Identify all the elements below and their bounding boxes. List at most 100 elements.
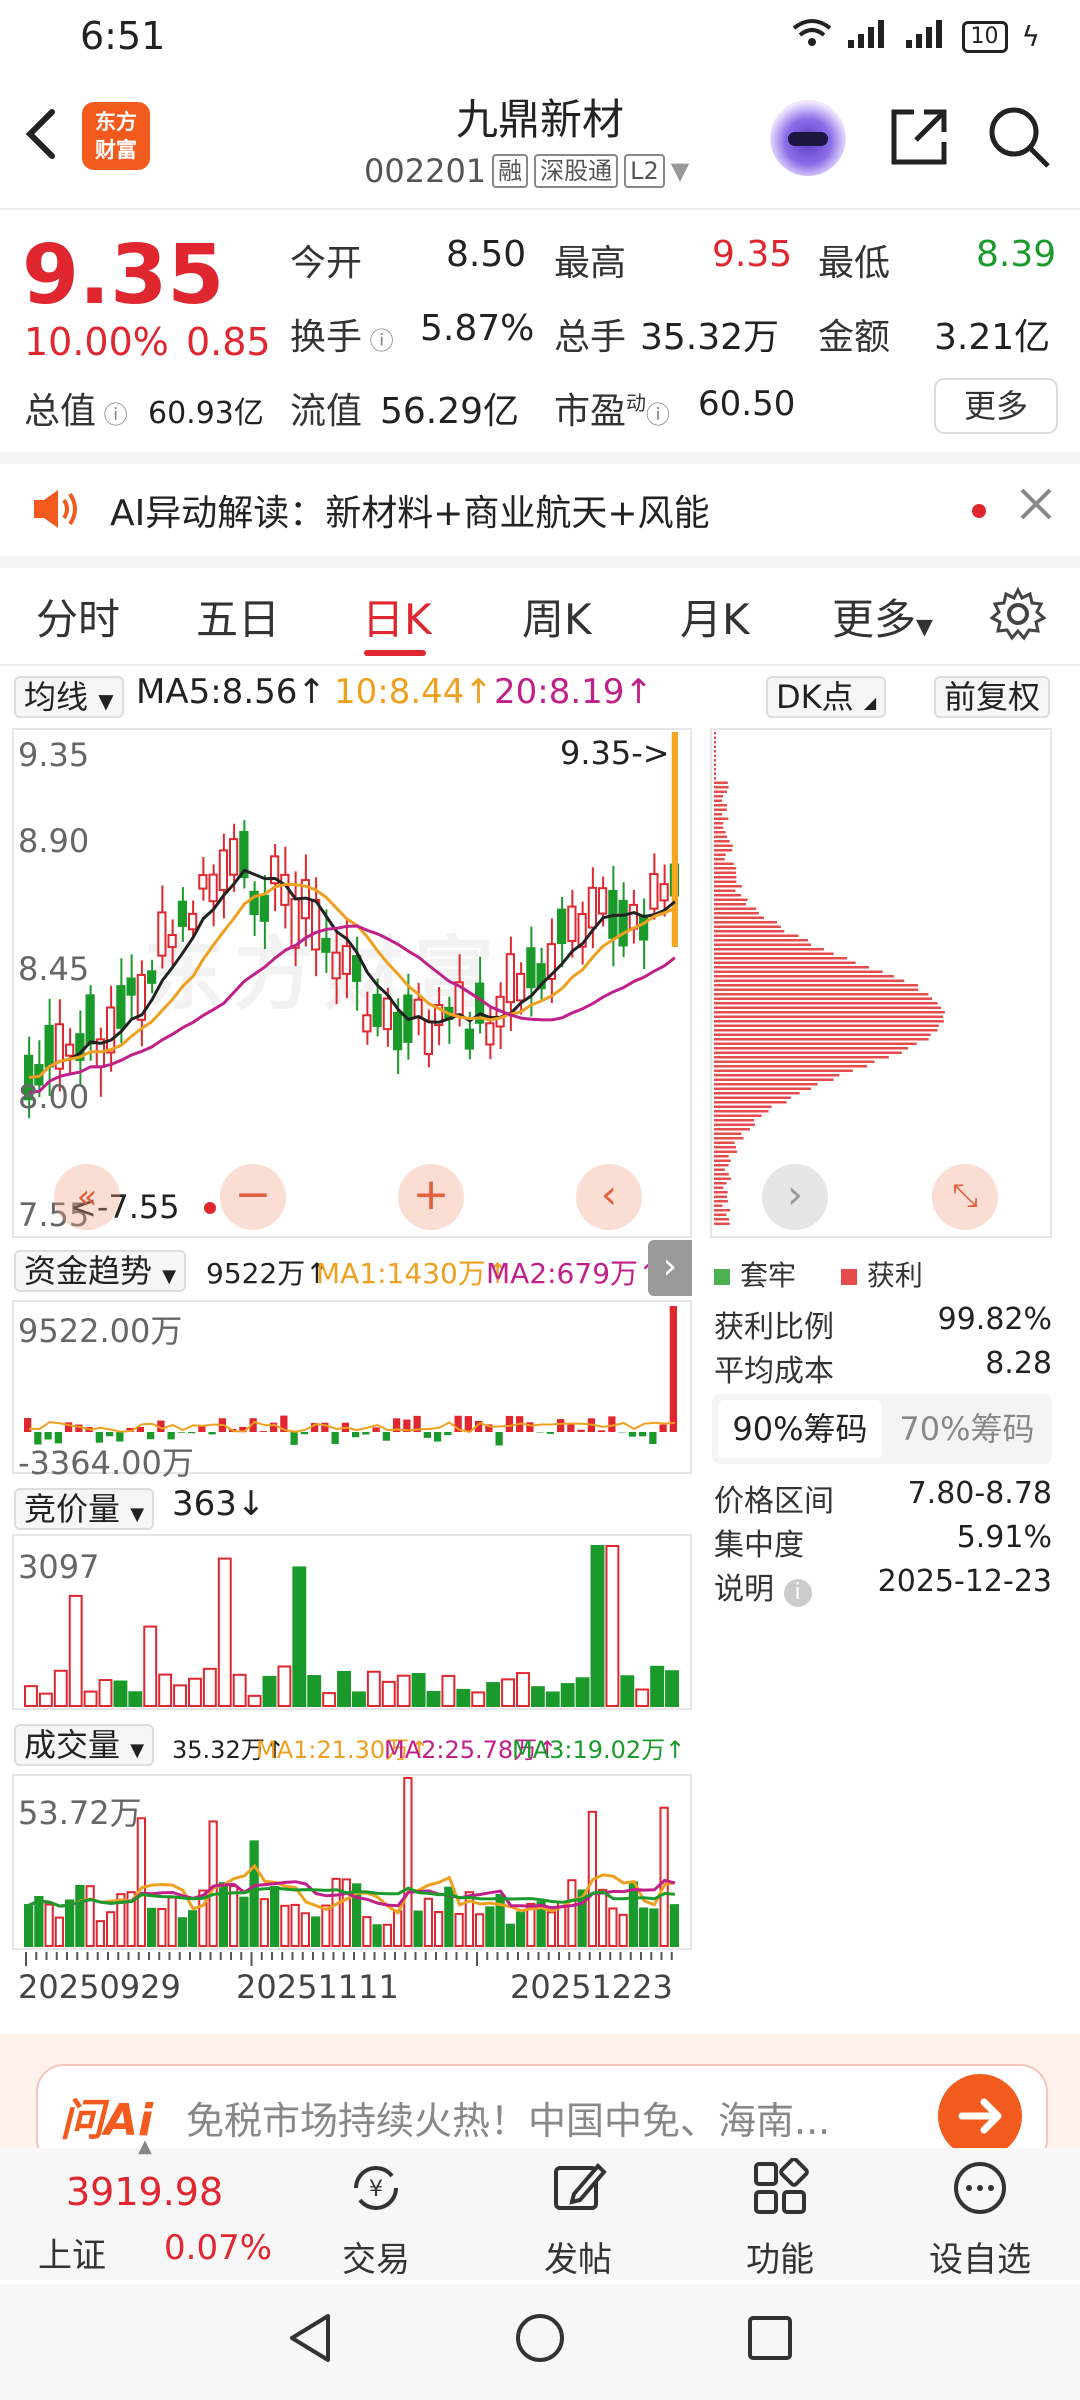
volume-bar — [372, 1924, 382, 1947]
nav-functions[interactable]: 功能 — [710, 2157, 850, 2281]
volume-chart[interactable]: 53.72万 — [12, 1774, 692, 1950]
kline-chart[interactable]: 东方财富 9.35 8.90 8.45 8.00 7.55 9.35-> <-7… — [12, 728, 692, 1238]
volume-bar — [341, 1878, 351, 1947]
expand-panel-button[interactable]: › — [648, 1240, 692, 1296]
volume-bar — [259, 1898, 269, 1947]
chip-bar — [714, 979, 905, 982]
candle-body — [218, 849, 228, 891]
search-button[interactable] — [984, 102, 1054, 172]
tab-weekly-k[interactable]: 周K — [522, 586, 592, 647]
more-button[interactable]: 更多 — [934, 378, 1058, 434]
period-tabs: 分时 五日 日K 周K 月K 更多▼ — [0, 568, 1080, 666]
chip-bar — [714, 849, 733, 852]
tab-chip-90[interactable]: 90%筹码 — [718, 1400, 882, 1458]
tab-daily-k[interactable]: 日K — [362, 586, 432, 647]
chip-bar — [714, 1132, 742, 1135]
scroll-left-button[interactable]: « — [54, 1164, 120, 1230]
close-icon — [1020, 488, 1052, 520]
volume-top-label: 53.72万 — [18, 1794, 142, 1832]
auction-bar — [53, 1669, 68, 1707]
candle-body — [567, 905, 577, 942]
volume-bar — [85, 1885, 95, 1947]
system-recents-button[interactable] — [740, 2308, 800, 2372]
auction-bar — [381, 1680, 396, 1707]
fund-chart[interactable]: 9522.00万 -3364.00万 — [12, 1300, 692, 1482]
circle-home-icon — [516, 2314, 564, 2362]
low-value: 8.39 — [976, 234, 1057, 275]
index-value[interactable]: 3919.98 — [66, 2170, 223, 2214]
chip-expand-left-button[interactable]: › — [762, 1164, 828, 1230]
volume-ma3: MA3:19.02万↑ — [512, 1736, 686, 1764]
adjust-button[interactable]: 前复权 — [934, 672, 1051, 718]
fund-bar — [270, 1422, 278, 1432]
ask-ai-go-button[interactable] — [938, 2074, 1022, 2158]
stock-code-row: 002201 融 深股通 L2 ▼ — [364, 152, 689, 190]
gear-icon — [989, 586, 1047, 641]
auction-bar — [158, 1673, 173, 1707]
candle-body — [259, 894, 269, 922]
system-back-button[interactable] — [280, 2308, 340, 2372]
scroll-back-button[interactable]: ‹ — [576, 1164, 642, 1230]
close-button[interactable] — [1016, 484, 1056, 528]
fullscreen-button[interactable]: ⤡ — [932, 1164, 998, 1230]
fund-bar — [331, 1432, 339, 1444]
chip-bar — [714, 840, 730, 843]
volume-bar — [249, 1840, 259, 1947]
candle-body — [639, 914, 649, 941]
auction-bar — [411, 1673, 426, 1707]
pe-value: 60.50 — [698, 384, 796, 424]
index-name[interactable]: 上证 — [38, 2228, 106, 2277]
candle-body — [587, 886, 597, 929]
candle-body — [628, 903, 638, 930]
auction-bar — [575, 1677, 590, 1708]
fund-bar — [372, 1427, 380, 1432]
volume-bar — [239, 1896, 249, 1947]
nav-post[interactable]: 发帖 — [508, 2158, 648, 2281]
zoom-out-button[interactable]: − — [220, 1164, 286, 1230]
current-price: 9.35 — [22, 228, 225, 323]
chip-bar — [714, 772, 716, 775]
zoom-in-button[interactable]: + — [398, 1164, 464, 1230]
fund-value: 9522万↑ — [206, 1257, 329, 1290]
volume-selector[interactable]: 成交量 ▼ — [14, 1720, 155, 1766]
dk-point-button[interactable]: DK点 ◢ — [766, 672, 887, 718]
ai-assistant-avatar[interactable] — [770, 100, 846, 176]
tab-chip-70[interactable]: 70%筹码 — [888, 1400, 1046, 1458]
nav-add-watchlist[interactable]: 设自选 — [910, 2158, 1050, 2281]
share-button[interactable] — [884, 102, 954, 172]
dropdown-triangle-icon[interactable]: ▼ — [671, 157, 689, 185]
chip-bar — [714, 777, 716, 780]
auction-chart[interactable]: 3097 — [12, 1534, 692, 1710]
auction-selector[interactable]: 竞价量 ▼ — [14, 1484, 155, 1530]
profit-ratio-value: 99.82% — [937, 1302, 1052, 1337]
candle-body — [198, 874, 208, 890]
volume-bar — [188, 1910, 198, 1948]
arrow-right-icon — [958, 2098, 1002, 2134]
auction-bar — [38, 1692, 53, 1707]
chart-settings-button[interactable] — [989, 586, 1047, 646]
tab-monthly-k[interactable]: 月K — [680, 586, 750, 647]
fund-bar — [300, 1432, 308, 1435]
candle-body — [341, 945, 351, 975]
tab-intraday[interactable]: 分时 — [36, 586, 120, 647]
auction-bar — [68, 1594, 83, 1707]
info-icon[interactable]: i — [783, 1579, 812, 1607]
tab-five-day[interactable]: 五日 — [196, 586, 280, 647]
tag-connect: 深股通 — [534, 154, 619, 188]
volume-bar — [44, 1903, 54, 1947]
chip-bar — [714, 1101, 787, 1104]
back-button[interactable] — [22, 104, 62, 174]
ai-banner[interactable]: AI异动解读：新材料+商业航天+风能 — [0, 464, 1080, 556]
index-percent[interactable]: 0.07% — [164, 2228, 272, 2268]
chip-bar — [714, 930, 785, 933]
chip-bar — [714, 1168, 725, 1171]
grid-icon — [710, 2157, 850, 2232]
auction-bar — [202, 1667, 217, 1708]
chip-bar — [714, 817, 729, 820]
tab-more[interactable]: 更多▼ — [832, 586, 933, 647]
nav-trade[interactable]: ¥ 交易 — [306, 2158, 446, 2281]
divider — [0, 556, 1080, 568]
system-home-button[interactable] — [510, 2308, 570, 2372]
ma-selector[interactable]: 均线 ▼ — [14, 672, 124, 718]
fund-selector[interactable]: 资金趋势 ▼ — [14, 1246, 187, 1292]
